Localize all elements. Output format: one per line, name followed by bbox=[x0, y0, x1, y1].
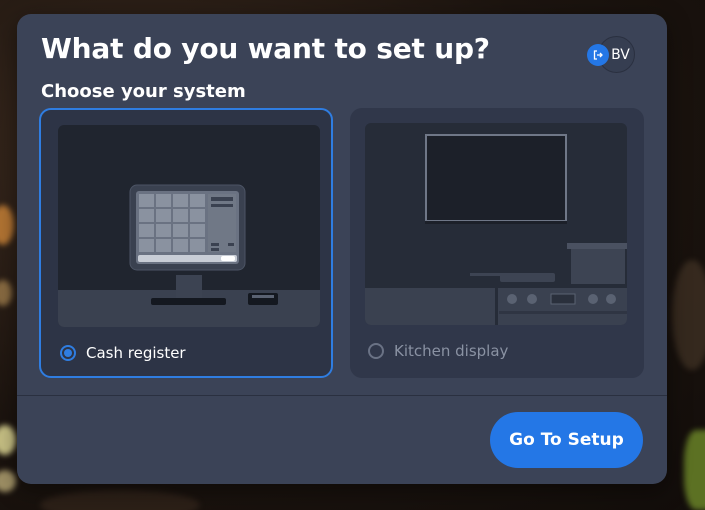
option-card-kitchen-display[interactable]: Kitchen display bbox=[350, 108, 644, 378]
sign-out-icon-glyph bbox=[593, 50, 603, 60]
bokeh-light bbox=[672, 260, 705, 370]
bokeh-light bbox=[0, 425, 16, 455]
option-label: Cash register bbox=[86, 344, 186, 362]
radio-button-selected[interactable] bbox=[60, 345, 76, 361]
radio-cash-register[interactable]: Cash register bbox=[60, 344, 186, 362]
option-card-cash-register[interactable]: Cash register bbox=[39, 108, 333, 378]
radio-button-unselected[interactable] bbox=[368, 343, 384, 359]
go-to-setup-button[interactable]: Go To Setup bbox=[490, 412, 643, 468]
plant-leaf bbox=[684, 430, 705, 510]
kitchen-display-icon bbox=[365, 123, 627, 325]
option-label: Kitchen display bbox=[394, 342, 509, 360]
bokeh-light bbox=[0, 470, 16, 492]
section-subtitle: Choose your system bbox=[41, 81, 246, 102]
dialog-title: What do you want to set up? bbox=[41, 32, 490, 65]
radio-kitchen-display[interactable]: Kitchen display bbox=[368, 342, 508, 360]
bokeh-light bbox=[0, 280, 12, 306]
radio-dot bbox=[64, 349, 72, 357]
sign-out-icon[interactable] bbox=[587, 44, 609, 66]
pos-terminal-icon bbox=[58, 125, 320, 327]
bokeh-light bbox=[40, 490, 200, 510]
avatar-initials: BV bbox=[611, 46, 630, 63]
setup-dialog: What do you want to set up? BV Choose yo… bbox=[17, 14, 667, 484]
footer-divider bbox=[17, 395, 667, 396]
bokeh-light bbox=[0, 205, 14, 245]
